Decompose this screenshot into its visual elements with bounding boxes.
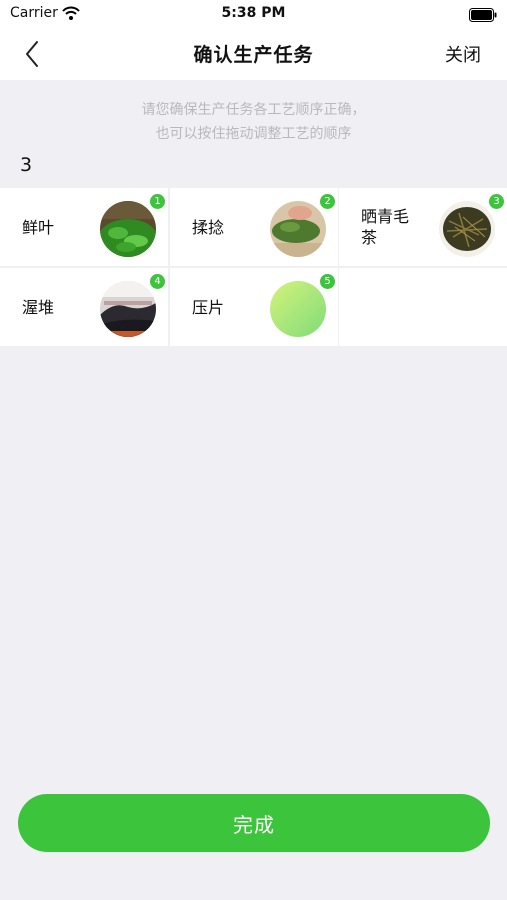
done-button[interactable]: 完成 (18, 794, 490, 852)
pile-fermentation-image (100, 281, 156, 337)
step-label: 压片 (192, 297, 225, 317)
step-count: 3 (20, 154, 33, 176)
fresh-leaves-image (100, 201, 156, 257)
step-item-sun-dried[interactable]: 晒青毛茶 3 (339, 188, 507, 266)
step-label: 揉捻 (192, 217, 225, 237)
rolling-image (270, 201, 326, 257)
step-order-badge: 2 (320, 194, 335, 209)
nav-bar: 确认生产任务 关闭 (0, 28, 507, 80)
sun-dried-tea-image (439, 201, 495, 257)
hint-line-1: 请您确保生产任务各工艺顺序正确， (141, 102, 366, 118)
step-order-badge: 1 (150, 194, 165, 209)
empty-grid-cell (339, 268, 507, 346)
step-label: 鲜叶 (22, 217, 55, 237)
battery-icon (469, 7, 497, 26)
step-order-badge: 5 (320, 274, 335, 289)
step-item-pile-fermentation[interactable]: 渥堆 4 (0, 268, 168, 346)
step-item-rolling[interactable]: 揉捻 2 (170, 188, 338, 266)
step-order-badge: 4 (150, 274, 165, 289)
step-label: 晒青毛茶 (361, 207, 410, 247)
status-time: 5:38 PM (221, 5, 286, 21)
status-bar: Carrier 5:38 PM (0, 0, 507, 28)
step-item-pressing[interactable]: 压片 5 (170, 268, 338, 346)
pressing-image (270, 281, 326, 337)
page-title: 确认生产任务 (193, 44, 314, 66)
step-item-fresh-leaves[interactable]: 鲜叶 1 (0, 188, 168, 266)
step-order-badge: 3 (489, 194, 504, 209)
hint-line-2: 也可以按住拖动调整工艺的顺序 (155, 126, 352, 142)
instruction-hint: 请您确保生产任务各工艺顺序正确， 也可以按住拖动调整工艺的顺序 (0, 98, 507, 146)
step-label: 渥堆 (22, 297, 55, 317)
close-button[interactable]: 关闭 (445, 41, 481, 67)
